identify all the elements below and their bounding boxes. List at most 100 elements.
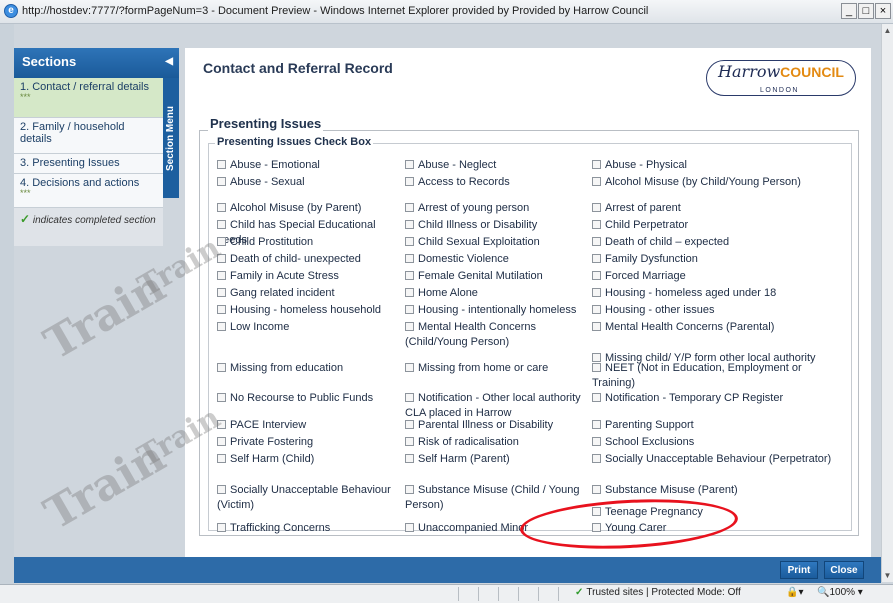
checkbox-square-icon[interactable] [405,305,414,314]
issue-checkbox[interactable]: Young Carer [592,521,832,536]
minimize-button[interactable]: _ [841,3,857,19]
issue-checkbox[interactable]: Domestic Violence [405,252,591,267]
checkbox-square-icon[interactable] [217,177,226,186]
checkbox-square-icon[interactable] [592,305,601,314]
issue-checkbox[interactable]: Forced Marriage [592,269,832,284]
checkbox-square-icon[interactable] [405,393,414,402]
checkbox-square-icon[interactable] [217,437,226,446]
maximize-button[interactable]: □ [858,3,874,19]
issue-checkbox[interactable]: Housing - homeless aged under 18 [592,286,832,301]
checkbox-square-icon[interactable] [217,288,226,297]
checkbox-square-icon[interactable] [592,322,601,331]
checkbox-square-icon[interactable] [592,523,601,532]
checkbox-square-icon[interactable] [592,507,601,516]
close-window-button[interactable]: × [875,3,891,19]
checkbox-square-icon[interactable] [405,237,414,246]
issue-checkbox[interactable]: Housing - other issues [592,303,832,318]
issue-checkbox[interactable]: Abuse - Sexual [217,175,403,190]
checkbox-square-icon[interactable] [405,254,414,263]
checkbox-square-icon[interactable] [217,485,226,494]
page-security-icon[interactable]: 🔒▾ [786,587,803,598]
issue-checkbox[interactable]: Arrest of young person [405,201,591,216]
checkbox-square-icon[interactable] [592,393,601,402]
checkbox-square-icon[interactable] [592,288,601,297]
issue-checkbox[interactable]: Female Genital Mutilation [405,269,591,284]
sidebar-item-decisions-actions[interactable]: 4. Decisions and actions *** [14,174,163,208]
issue-checkbox[interactable]: Missing from education [217,361,403,376]
checkbox-square-icon[interactable] [405,523,414,532]
checkbox-square-icon[interactable] [217,523,226,532]
issue-checkbox[interactable]: Socially Unacceptable Behaviour (Victim) [217,483,403,513]
checkbox-square-icon[interactable] [217,363,226,372]
checkbox-square-icon[interactable] [405,485,414,494]
checkbox-square-icon[interactable] [592,271,601,280]
checkbox-square-icon[interactable] [405,322,414,331]
checkbox-square-icon[interactable] [592,220,601,229]
issue-checkbox[interactable]: Notification - Temporary CP Register [592,391,832,406]
checkbox-square-icon[interactable] [217,160,226,169]
sidebar-item-contact-referral[interactable]: 1. Contact / referral details *** [14,78,163,118]
issue-checkbox[interactable]: Mental Health Concerns (Parental) [592,320,832,335]
issue-checkbox[interactable]: Parenting Support [592,418,832,433]
issue-checkbox[interactable]: Housing - intentionally homeless [405,303,591,318]
issue-checkbox[interactable]: Death of child – expected [592,235,832,250]
checkbox-square-icon[interactable] [217,322,226,331]
issue-checkbox[interactable]: Teenage Pregnancy [592,505,832,520]
checkbox-square-icon[interactable] [405,420,414,429]
sidebar-item-presenting-issues[interactable]: 3. Presenting Issues [14,154,163,174]
issue-checkbox[interactable]: Family in Acute Stress [217,269,403,284]
checkbox-square-icon[interactable] [405,271,414,280]
issue-checkbox[interactable]: Alcohol Misuse (by Child/Young Person) [592,175,832,190]
issue-checkbox[interactable]: Gang related incident [217,286,403,301]
issue-checkbox[interactable]: Notification - Other local authority CLA… [405,391,591,421]
issue-checkbox[interactable]: Unaccompanied Minor [405,521,591,536]
issue-checkbox[interactable]: Abuse - Emotional [217,158,403,173]
scroll-down-arrow-icon[interactable]: ▼ [883,571,892,580]
checkbox-square-icon[interactable] [592,203,601,212]
issue-checkbox[interactable]: Risk of radicalisation [405,435,591,450]
issue-checkbox[interactable]: NEET (Not in Education, Employment or Tr… [592,361,832,391]
issue-checkbox[interactable]: Child Perpetrator [592,218,832,233]
checkbox-square-icon[interactable] [592,485,601,494]
checkbox-square-icon[interactable] [405,437,414,446]
issue-checkbox[interactable]: Mental Health Concerns (Child/Young Pers… [405,320,591,350]
issue-checkbox[interactable]: Access to Records [405,175,591,190]
issue-checkbox[interactable]: Substance Misuse (Parent) [592,483,832,498]
issue-checkbox[interactable]: Alcohol Misuse (by Parent) [217,201,403,216]
issue-checkbox[interactable]: Substance Misuse (Child / Young Person) [405,483,591,513]
issue-checkbox[interactable]: Missing from home or care [405,361,591,376]
checkbox-square-icon[interactable] [217,454,226,463]
issue-checkbox[interactable]: Death of child- unexpected [217,252,403,267]
issue-checkbox[interactable]: Parental Illness or Disability [405,418,591,433]
checkbox-square-icon[interactable] [592,437,601,446]
checkbox-square-icon[interactable] [592,177,601,186]
checkbox-square-icon[interactable] [217,237,226,246]
checkbox-square-icon[interactable] [592,420,601,429]
checkbox-square-icon[interactable] [592,454,601,463]
scroll-up-arrow-icon[interactable]: ▲ [883,26,892,35]
checkbox-square-icon[interactable] [217,271,226,280]
issue-checkbox[interactable]: PACE Interview [217,418,403,433]
issue-checkbox[interactable]: Arrest of parent [592,201,832,216]
issue-checkbox[interactable]: Abuse - Physical [592,158,832,173]
issue-checkbox[interactable]: Socially Unacceptable Behaviour (Perpetr… [592,452,832,467]
security-zone[interactable]: ✓ Trusted sites | Protected Mode: Off [575,587,741,598]
issue-checkbox[interactable]: Self Harm (Child) [217,452,403,467]
checkbox-square-icon[interactable] [217,420,226,429]
vertical-scrollbar[interactable]: ▲ ▼ [881,24,893,582]
issue-checkbox[interactable]: Child Illness or Disability [405,218,591,233]
checkbox-square-icon[interactable] [405,203,414,212]
checkbox-square-icon[interactable] [405,288,414,297]
section-menu-tab[interactable]: Section Menu [163,78,179,198]
issue-checkbox[interactable]: Low Income [217,320,403,335]
zoom-level[interactable]: 🔍100% ▾ [817,587,863,598]
checkbox-square-icon[interactable] [217,393,226,402]
checkbox-square-icon[interactable] [405,177,414,186]
collapse-triangle-icon[interactable]: ◀ [165,56,173,67]
issue-checkbox[interactable]: Family Dysfunction [592,252,832,267]
checkbox-square-icon[interactable] [405,454,414,463]
checkbox-square-icon[interactable] [217,254,226,263]
issue-checkbox[interactable]: Housing - homeless household [217,303,403,318]
issue-checkbox[interactable]: School Exclusions [592,435,832,450]
checkbox-square-icon[interactable] [592,363,601,372]
